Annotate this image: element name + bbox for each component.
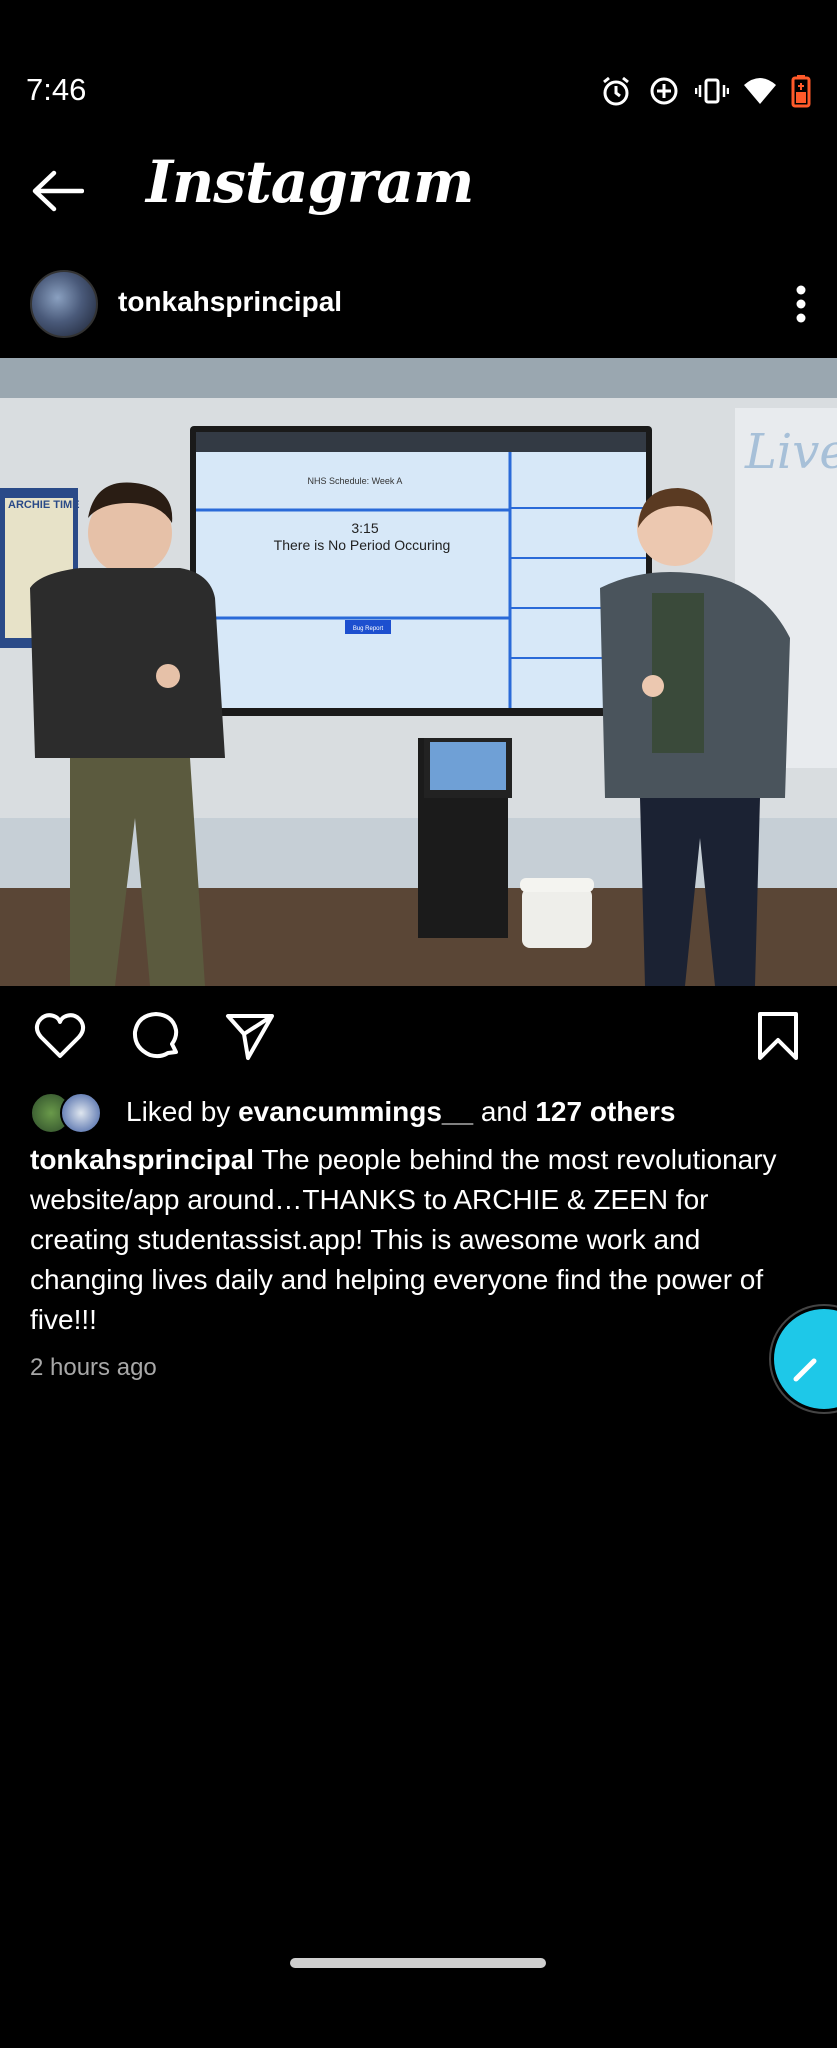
avatar[interactable] [30, 270, 98, 338]
liker-avatar [60, 1092, 102, 1134]
comment-icon[interactable] [130, 1010, 182, 1062]
share-send-icon[interactable] [224, 1010, 276, 1062]
tv-time: 3:15 [351, 520, 378, 536]
post-header: tonkahsprincipal [0, 270, 837, 338]
floating-edit-button[interactable] [771, 1306, 837, 1412]
liked-by-others[interactable]: 127 others [535, 1096, 675, 1127]
post-photo[interactable]: Live ARCHIE TIME NHS Schedule: Week A 3:… [0, 358, 837, 986]
tv-button: Bug Report [353, 626, 384, 632]
liker-avatars [30, 1092, 106, 1134]
tv-status: There is No Period Occuring [274, 537, 451, 553]
sticker-text: ARCHIE TIME [8, 499, 80, 511]
likes-summary[interactable]: Liked by evancummings__ and 127 others [30, 1090, 675, 1134]
back-arrow-icon[interactable] [30, 170, 85, 212]
battery-icon [791, 74, 811, 108]
more-options-icon[interactable] [795, 284, 807, 324]
liked-by-user[interactable]: evancummings__ [238, 1096, 473, 1127]
save-bookmark-icon[interactable] [752, 1010, 804, 1062]
pencil-icon [793, 1358, 817, 1382]
action-bar [0, 1010, 837, 1066]
alarm-icon [599, 74, 633, 108]
status-icons [599, 74, 811, 108]
vibrate-icon [694, 74, 730, 108]
post-username[interactable]: tonkahsprincipal [118, 286, 342, 318]
status-time: 7:46 [26, 72, 87, 107]
post-timestamp: 2 hours ago [30, 1354, 157, 1381]
data-saver-icon [647, 74, 681, 108]
post-photo-illustration: Live ARCHIE TIME NHS Schedule: Week A 3:… [0, 358, 837, 986]
liked-by-prefix: Liked by [126, 1096, 239, 1127]
caption-username[interactable]: tonkahsprincipal [30, 1144, 254, 1175]
wifi-icon [743, 74, 777, 108]
post-caption: tonkahsprincipal The people behind the m… [30, 1140, 815, 1340]
app-header: Instagram [0, 140, 837, 240]
status-bar: 7:46 [0, 0, 837, 150]
tv-title: NHS Schedule: Week A [308, 476, 403, 486]
liked-by-text: Liked by evancummings__ and 127 others [126, 1096, 675, 1128]
svg-text:Live: Live [744, 424, 837, 480]
liked-by-and: and [473, 1096, 536, 1127]
instagram-logo: Instagram [146, 148, 474, 216]
like-heart-icon[interactable] [34, 1010, 86, 1062]
home-indicator[interactable] [290, 1958, 546, 1968]
